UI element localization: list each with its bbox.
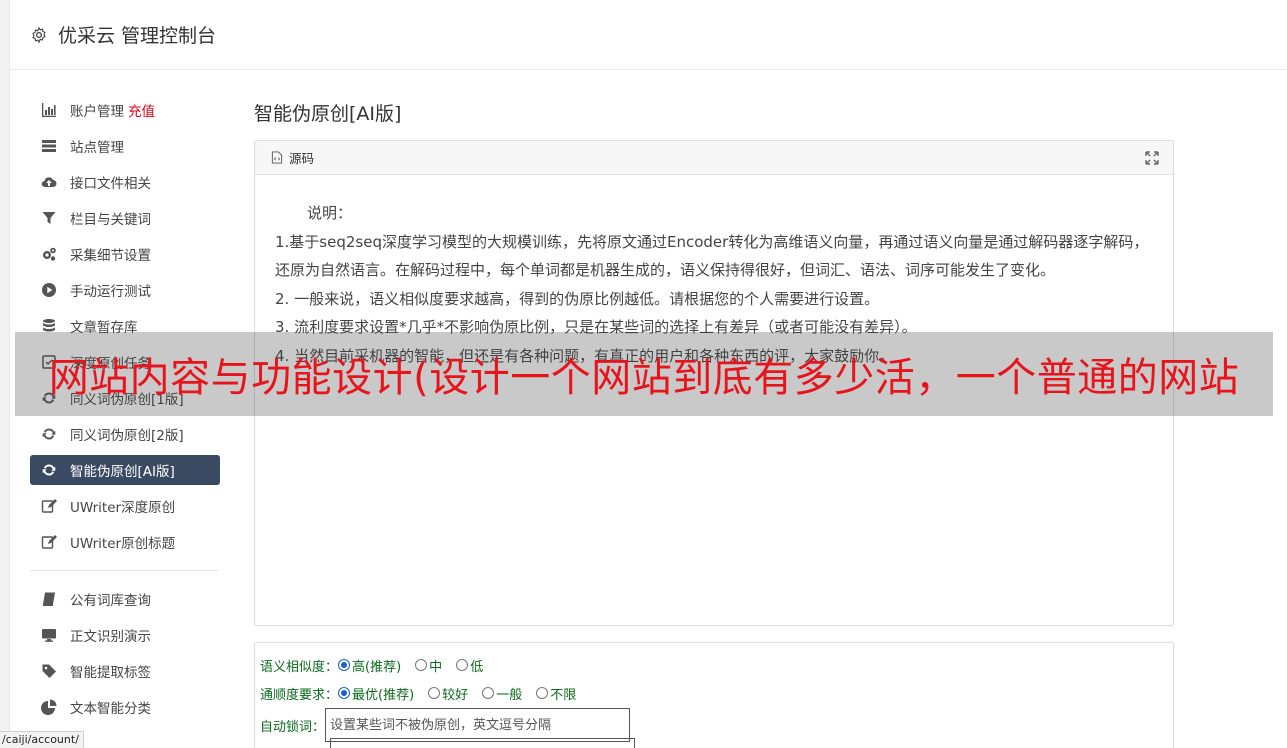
sidebar-item-text-recognition[interactable]: 正文识别演示 [30,617,220,653]
radio-label: 较好 [442,687,469,703]
filter-icon [40,209,58,227]
app-title: 优采云 管理控制台 [58,25,217,47]
radio-label: 一般 [496,687,523,703]
radio-label: 低 [470,659,484,675]
radio-label: 中 [429,659,443,675]
status-bar-url: /caiji/account/ [0,731,84,748]
radio-indicator[interactable] [482,687,495,699]
gears-icon [40,245,58,263]
radio-indicator[interactable] [338,687,351,699]
secondary-input[interactable] [330,738,635,748]
sidebar-item-label: 智能伪原创[AI版] [70,464,175,480]
sidebar-item-label: 文本智能分类 [70,701,151,717]
fluency-row: 通顺度要求： 最优(推荐) 较好 一般 不限 [260,679,1168,707]
fluency-good-radio[interactable]: 较好 [428,684,468,703]
refresh-icon [40,425,58,443]
bar-chart-icon [40,101,58,119]
sidebar-item-label: 账户管理 [70,104,124,120]
page-title: 智能伪原创[AI版] [254,103,402,125]
sidebar-item-sites[interactable]: 站点管理 [30,128,220,164]
cloud-upload-icon [40,173,58,191]
sidebar-item-label: 正文识别演示 [70,629,151,645]
sidebar-item-columns-keywords[interactable]: 栏目与关键词 [30,200,220,236]
sidebar-item-label: 手动运行测试 [70,284,151,300]
sidebar-item-uwriter-title[interactable]: UWriter原创标题 [30,524,220,560]
description-line-1: 1.基于seq2seq深度学习模型的大规模训练，先将原文通过Encoder转化为… [275,232,1149,280]
radio-label: 不限 [550,687,577,703]
sidebar-item-text-classify[interactable]: 文本智能分类 [30,689,220,725]
code-file-icon [271,151,283,164]
sidebar-item-synonym-v2[interactable]: 同义词伪原创[2版] [30,416,220,452]
play-circle-icon [40,281,58,299]
edit-icon [40,497,58,515]
lock-words-label: 自动锁词： [260,719,326,735]
similarity-low-radio[interactable]: 低 [456,656,483,675]
similarity-medium-radio[interactable]: 中 [415,656,442,675]
radio-label: 高(推荐) [352,659,402,675]
description-line-2: 2. 一般来说，语义相似度要求越高，得到的伪原比例越低。请根据您的个人需要进行设… [275,289,880,308]
fluency-label: 通顺度要求： [260,687,339,703]
fluency-any-radio[interactable]: 不限 [536,684,576,703]
tag-icon [40,662,58,680]
sidebar-item-label: UWriter深度原创 [70,500,176,516]
server-icon [40,137,58,155]
overlay-banner: 网站内容与功能设计(设计一个网站到底有多少活，一个普通的网站 [15,332,1273,416]
sidebar-item-manual-run[interactable]: 手动运行测试 [30,272,220,308]
gear-icon [32,26,46,43]
similarity-row: 语义相似度： 高(推荐) 中 低 [260,651,1168,679]
radio-indicator[interactable] [338,659,351,671]
fluency-best-radio[interactable]: 最优(推荐) [338,684,414,703]
radio-indicator[interactable] [415,659,428,671]
sidebar-item-interface-files[interactable]: 接口文件相关 [30,164,220,200]
pie-chart-icon [40,698,58,716]
description-intro: 说明： [307,204,353,222]
top-bar: 优采云 管理控制台 [10,0,1287,70]
expand-icon[interactable] [1145,151,1159,165]
monitor-icon [40,626,58,644]
similarity-high-radio[interactable]: 高(推荐) [338,656,401,675]
options-panel: 语义相似度： 高(推荐) 中 低 通顺度要求： 最优(推荐) 较好 一般 不限 … [254,642,1174,748]
sidebar-item-public-lexicon[interactable]: 公有词库查询 [30,581,220,617]
edit-icon [40,533,58,551]
radio-indicator[interactable] [536,687,549,699]
sidebar-item-uwriter-deep[interactable]: UWriter深度原创 [30,488,220,524]
sidebar-item-label: 同义词伪原创[2版] [70,428,184,444]
sidebar-item-account[interactable]: 账户管理 充值 [30,92,220,128]
recharge-link[interactable]: 充值 [128,100,155,120]
refresh-icon [40,461,58,479]
sidebar-divider [30,570,219,571]
book-icon [40,590,58,608]
similarity-label: 语义相似度： [260,659,339,675]
sidebar-item-label: 站点管理 [70,140,124,156]
sidebar-item-label: 接口文件相关 [70,176,151,192]
sidebar-item-ai-rewrite[interactable]: 智能伪原创[AI版] [30,455,220,485]
sidebar-item-label: 栏目与关键词 [70,212,151,228]
sidebar-item-label: 公有词库查询 [70,593,151,609]
radio-indicator[interactable] [428,687,441,699]
radio-indicator[interactable] [456,659,469,671]
sidebar-item-tag-extract[interactable]: 智能提取标签 [30,653,220,689]
source-card-title: 源码 [289,151,315,166]
sidebar-item-label: 智能提取标签 [70,665,151,681]
source-card-header: 源码 [255,141,1173,175]
sidebar-item-label: 采集细节设置 [70,248,151,264]
sidebar-item-collect-settings[interactable]: 采集细节设置 [30,236,220,272]
fluency-normal-radio[interactable]: 一般 [482,684,522,703]
lock-words-input[interactable] [325,708,631,742]
sidebar-item-label: UWriter原创标题 [70,536,176,552]
overlay-title: 网站内容与功能设计(设计一个网站到底有多少活，一个普通的网站 [48,355,1240,401]
radio-label: 最优(推荐) [352,687,415,703]
